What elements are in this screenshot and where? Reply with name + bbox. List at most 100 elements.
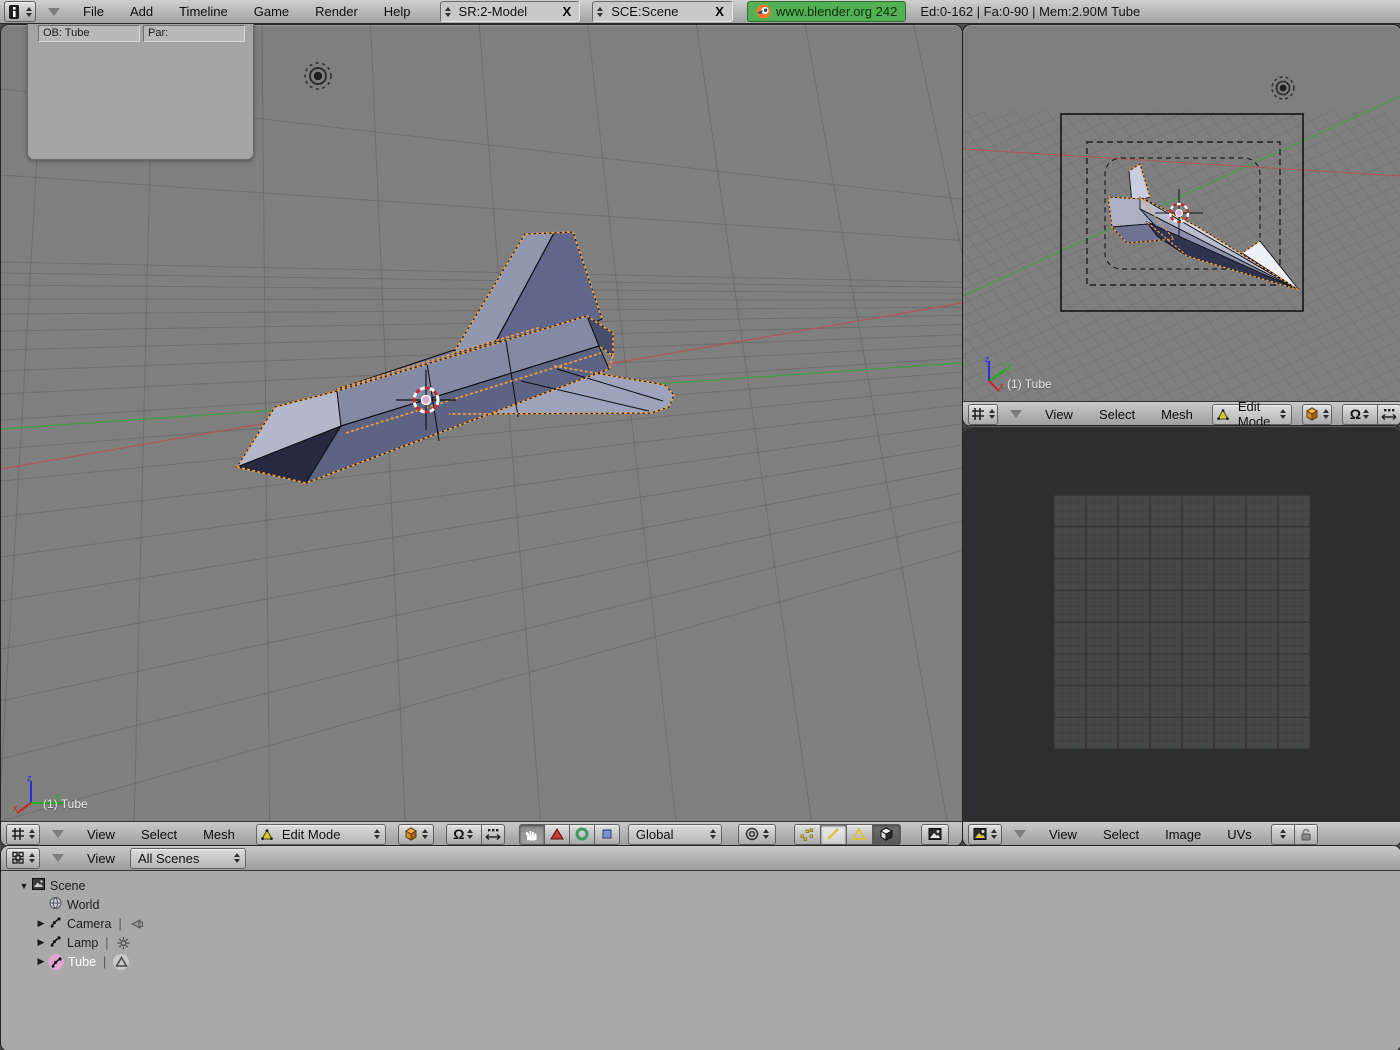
menu-select[interactable]: Select [1088, 407, 1146, 422]
header-pulldown-icon[interactable] [52, 854, 64, 868]
3dview-grid-icon [969, 406, 987, 422]
outliner-item-camera[interactable]: ▶Camera| [1, 914, 148, 933]
outliner-item-world[interactable]: World [1, 895, 148, 914]
outliner-item-label[interactable]: Scene [50, 879, 85, 893]
mode-value: Edit Mode [1234, 399, 1275, 427]
pivot-button[interactable]: Ω [1342, 404, 1378, 425]
expander-collapsed-icon[interactable]: ▶ [34, 956, 48, 967]
editor-type-button-3dview[interactable] [6, 824, 40, 845]
drawtype-stepper[interactable] [420, 826, 430, 843]
propedit-stepper[interactable] [761, 826, 771, 843]
outliner-editor-icon [9, 850, 27, 866]
parent-field[interactable]: Par: [143, 25, 245, 42]
outliner-item-label[interactable]: Lamp [67, 936, 98, 950]
header-pulldown-icon[interactable] [52, 830, 64, 844]
image-pin-button[interactable] [1294, 824, 1318, 845]
outliner-editor[interactable]: View All Scenes ▼SceneWorld▶Camera|▶Lamp… [0, 845, 1400, 1050]
menu-mesh[interactable]: Mesh [192, 827, 246, 842]
menu-uvs[interactable]: UVs [1216, 827, 1263, 842]
outliner-item-label[interactable]: Camera [67, 917, 111, 931]
mode-stepper[interactable] [372, 826, 382, 843]
menu-select[interactable]: Select [1092, 827, 1150, 842]
manipulator-center-button[interactable] [481, 824, 505, 845]
menu-file[interactable]: File [72, 4, 115, 19]
scene-selector[interactable]: SCE:Scene X [592, 1, 733, 22]
occlude-geometry-button[interactable] [872, 824, 901, 845]
camera-icon[interactable] [129, 916, 145, 932]
drawtype-stepper[interactable] [1321, 406, 1331, 423]
menu-select[interactable]: Select [130, 827, 188, 842]
vertex-select-button[interactable] [794, 824, 821, 845]
transform-properties-panel[interactable]: ✕ Transform Properties OB: Tube Par: [27, 2, 254, 160]
header-pulldown-icon[interactable] [1010, 410, 1022, 424]
expander-collapsed-icon[interactable]: ▶ [34, 918, 48, 929]
editor-stepper[interactable] [987, 406, 997, 423]
menu-timeline[interactable]: Timeline [168, 4, 239, 19]
orientation-stepper[interactable] [708, 826, 718, 843]
mode-dropdown[interactable]: Edit Mode [256, 824, 386, 845]
expander-expanded-icon[interactable]: ▼ [17, 881, 31, 891]
editor-stepper[interactable] [27, 850, 37, 867]
mode-dropdown[interactable]: Edit Mode [1212, 404, 1293, 425]
scene-stepper[interactable] [595, 3, 605, 20]
lamp-icon[interactable] [116, 935, 132, 951]
ob-name-field[interactable]: OB: Tube [38, 25, 140, 42]
menu-image[interactable]: Image [1154, 827, 1212, 842]
edge-select-button[interactable] [820, 824, 847, 845]
camera-3d-viewport[interactable]: z y x (1) Tube View Select Mesh Edit Mod… [962, 24, 1400, 427]
rotate-circle-icon [573, 826, 591, 842]
menu-mesh[interactable]: Mesh [1150, 407, 1204, 422]
screen-close-button[interactable]: X [557, 4, 578, 19]
editor-type-button-image[interactable] [968, 824, 1002, 845]
orientation-dropdown[interactable]: Global [628, 824, 722, 845]
outliner-item-scene[interactable]: ▼ Scene [1, 876, 148, 895]
manipulator-translate-button[interactable] [544, 824, 570, 845]
mesh-icon[interactable] [113, 954, 129, 970]
menu-help[interactable]: Help [373, 4, 422, 19]
screen-selector[interactable]: SR:2-Model X [440, 1, 581, 22]
menu-view[interactable]: View [76, 851, 126, 866]
menu-view[interactable]: View [76, 827, 126, 842]
header-pulldown-icon[interactable] [1014, 830, 1026, 844]
draw-type-button[interactable] [1302, 404, 1332, 425]
outliner-header: View All Scenes [1, 846, 1400, 871]
menu-add[interactable]: Add [119, 4, 164, 19]
scale-square-icon [598, 826, 616, 842]
menu-view[interactable]: View [1038, 827, 1088, 842]
manipulator-scale-button[interactable] [594, 824, 620, 845]
scene-close-button[interactable]: X [709, 4, 730, 19]
pivot-omega-icon: Ω [453, 826, 464, 842]
mode-stepper[interactable] [1278, 406, 1288, 423]
menu-game[interactable]: Game [243, 4, 300, 19]
manipulator-rotate-button[interactable] [569, 824, 595, 845]
menu-view[interactable]: View [1034, 407, 1084, 422]
editor-stepper[interactable] [27, 826, 37, 843]
header-pulldown-icon[interactable] [48, 8, 60, 22]
uv-image-editor[interactable]: View Select Image UVs [962, 425, 1400, 847]
outliner-item-tube[interactable]: ▶Tube| [1, 952, 148, 971]
manipulator-center-button[interactable] [1377, 404, 1400, 425]
draw-type-button[interactable] [398, 824, 434, 845]
screen-stepper[interactable] [443, 3, 453, 20]
outliner-item-lamp[interactable]: ▶Lamp| [1, 933, 148, 952]
editor-stepper[interactable] [989, 826, 999, 843]
pivot-stepper[interactable] [465, 826, 475, 843]
expander-collapsed-icon[interactable]: ▶ [34, 937, 48, 948]
outliner-item-label[interactable]: World [67, 898, 99, 912]
pivot-stepper[interactable] [1361, 406, 1371, 423]
menu-render[interactable]: Render [304, 4, 369, 19]
editor-type-stepper[interactable] [24, 3, 34, 20]
scene-filter-dropdown[interactable]: All Scenes [130, 848, 246, 869]
outliner-item-label[interactable]: Tube [68, 955, 96, 969]
mesh-object-tube-camera[interactable] [963, 25, 1400, 401]
scene-filter-stepper[interactable] [232, 850, 242, 867]
face-select-button[interactable] [846, 824, 873, 845]
render-preview-button[interactable] [921, 824, 949, 845]
editor-type-button[interactable] [4, 1, 36, 22]
editor-type-button-3dview[interactable] [968, 404, 998, 425]
manipulator-toggle-button[interactable] [519, 824, 545, 845]
editor-type-button-outliner[interactable] [6, 848, 40, 869]
proportional-edit-button[interactable] [738, 824, 776, 845]
pivot-button[interactable]: Ω [446, 824, 482, 845]
image-browse-stepper-button[interactable] [1271, 824, 1295, 845]
